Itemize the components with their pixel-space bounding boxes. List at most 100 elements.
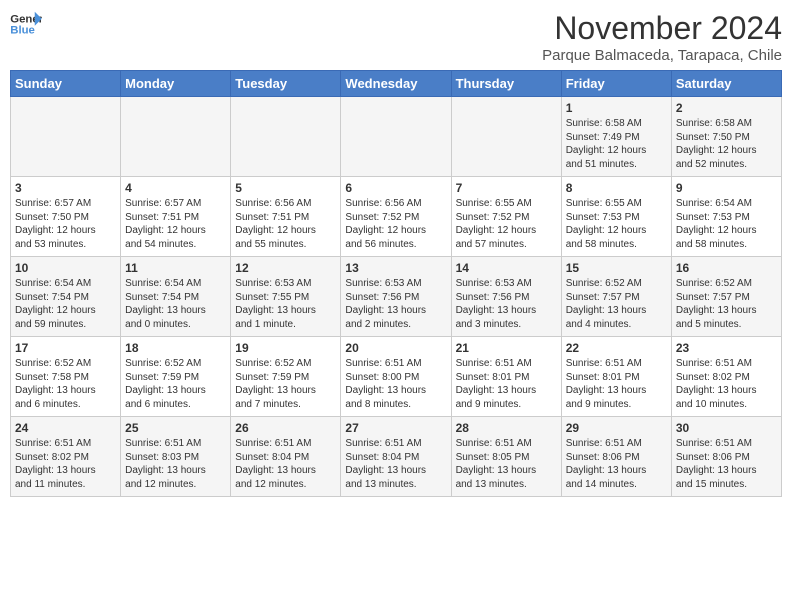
- day-content: Sunrise: 6:52 AMSunset: 7:59 PMDaylight:…: [125, 358, 206, 410]
- day-content: Sunrise: 6:55 AMSunset: 7:53 PMDaylight:…: [566, 198, 647, 250]
- day-number: 22: [566, 341, 667, 355]
- day-content: Sunrise: 6:51 AMSunset: 8:06 PMDaylight:…: [566, 438, 647, 490]
- day-content: Sunrise: 6:51 AMSunset: 8:00 PMDaylight:…: [345, 358, 426, 410]
- subtitle: Parque Balmaceda, Tarapaca, Chile: [542, 47, 782, 64]
- calendar-week-5: 24 Sunrise: 6:51 AMSunset: 8:02 PMDayligh…: [11, 417, 782, 497]
- logo-icon: General Blue: [10, 10, 42, 38]
- day-content: Sunrise: 6:51 AMSunset: 8:05 PMDaylight:…: [456, 438, 537, 490]
- calendar-cell: [451, 97, 561, 177]
- day-number: 23: [676, 341, 777, 355]
- day-number: 20: [345, 341, 446, 355]
- day-number: 30: [676, 421, 777, 435]
- calendar-cell: 4 Sunrise: 6:57 AMSunset: 7:51 PMDaylight…: [121, 177, 231, 257]
- calendar-cell: 12 Sunrise: 6:53 AMSunset: 7:55 PMDayligh…: [231, 257, 341, 337]
- calendar-cell: 5Sunrise: 6:56 AMSunset: 7:51 PMDaylight…: [231, 177, 341, 257]
- day-number: 7: [456, 181, 557, 195]
- calendar-body: 1 Sunrise: 6:58 AMSunset: 7:49 PMDaylight…: [11, 97, 782, 497]
- day-content: Sunrise: 6:52 AMSunset: 7:59 PMDaylight:…: [235, 358, 316, 410]
- calendar-cell: 3Sunrise: 6:57 AMSunset: 7:50 PMDaylight…: [11, 177, 121, 257]
- calendar-cell: 1 Sunrise: 6:58 AMSunset: 7:49 PMDaylight…: [561, 97, 671, 177]
- day-number: 1: [566, 101, 667, 115]
- calendar-cell: 26 Sunrise: 6:51 AMSunset: 8:04 PMDayligh…: [231, 417, 341, 497]
- day-number: 17: [15, 341, 116, 355]
- day-number: 28: [456, 421, 557, 435]
- day-number: 25: [125, 421, 226, 435]
- day-content: Sunrise: 6:57 AMSunset: 7:51 PMDaylight:…: [125, 198, 206, 250]
- calendar-cell: 11 Sunrise: 6:54 AMSunset: 7:54 PMDayligh…: [121, 257, 231, 337]
- calendar-cell: 16Sunrise: 6:52 AMSunset: 7:57 PMDayligh…: [671, 257, 781, 337]
- calendar-cell: 9 Sunrise: 6:54 AMSunset: 7:53 PMDaylight…: [671, 177, 781, 257]
- day-number: 4: [125, 181, 226, 195]
- calendar-cell: 29 Sunrise: 6:51 AMSunset: 8:06 PMDayligh…: [561, 417, 671, 497]
- main-title: November 2024: [542, 10, 782, 47]
- col-header-saturday: Saturday: [671, 71, 781, 97]
- day-number: 15: [566, 261, 667, 275]
- calendar-header-row: SundayMondayTuesdayWednesdayThursdayFrid…: [11, 71, 782, 97]
- day-number: 16: [676, 261, 777, 275]
- calendar-week-1: 1 Sunrise: 6:58 AMSunset: 7:49 PMDaylight…: [11, 97, 782, 177]
- day-number: 3: [15, 181, 116, 195]
- day-content: Sunrise: 6:56 AMSunset: 7:52 PMDaylight:…: [345, 198, 426, 250]
- day-number: 11: [125, 261, 226, 275]
- day-content: Sunrise: 6:58 AMSunset: 7:49 PMDaylight:…: [566, 118, 647, 170]
- calendar-cell: 18 Sunrise: 6:52 AMSunset: 7:59 PMDayligh…: [121, 337, 231, 417]
- calendar-cell: 22 Sunrise: 6:51 AMSunset: 8:01 PMDayligh…: [561, 337, 671, 417]
- day-number: 10: [15, 261, 116, 275]
- calendar-cell: 20 Sunrise: 6:51 AMSunset: 8:00 PMDayligh…: [341, 337, 451, 417]
- day-content: Sunrise: 6:51 AMSunset: 8:06 PMDaylight:…: [676, 438, 757, 490]
- col-header-friday: Friday: [561, 71, 671, 97]
- day-content: Sunrise: 6:54 AMSunset: 7:53 PMDaylight:…: [676, 198, 757, 250]
- calendar-cell: 10 Sunrise: 6:54 AMSunset: 7:54 PMDayligh…: [11, 257, 121, 337]
- calendar-cell: [11, 97, 121, 177]
- day-number: 26: [235, 421, 336, 435]
- day-number: 24: [15, 421, 116, 435]
- day-number: 21: [456, 341, 557, 355]
- calendar-cell: [121, 97, 231, 177]
- day-content: Sunrise: 6:51 AMSunset: 8:02 PMDaylight:…: [676, 358, 757, 410]
- day-content: Sunrise: 6:51 AMSunset: 8:01 PMDaylight:…: [456, 358, 537, 410]
- day-content: Sunrise: 6:56 AMSunset: 7:51 PMDaylight:…: [235, 198, 316, 250]
- logo: General Blue: [10, 10, 42, 38]
- calendar-week-3: 10 Sunrise: 6:54 AMSunset: 7:54 PMDayligh…: [11, 257, 782, 337]
- calendar-cell: 30 Sunrise: 6:51 AMSunset: 8:06 PMDayligh…: [671, 417, 781, 497]
- day-number: 14: [456, 261, 557, 275]
- calendar-cell: 27Sunrise: 6:51 AMSunset: 8:04 PMDayligh…: [341, 417, 451, 497]
- title-block: November 2024 Parque Balmaceda, Tarapaca…: [542, 10, 782, 64]
- calendar-cell: 2 Sunrise: 6:58 AMSunset: 7:50 PMDaylight…: [671, 97, 781, 177]
- day-content: Sunrise: 6:53 AMSunset: 7:55 PMDaylight:…: [235, 278, 316, 330]
- calendar-cell: 8 Sunrise: 6:55 AMSunset: 7:53 PMDaylight…: [561, 177, 671, 257]
- calendar-cell: 13 Sunrise: 6:53 AMSunset: 7:56 PMDayligh…: [341, 257, 451, 337]
- page-header: General Blue November 2024 Parque Balmac…: [10, 10, 782, 64]
- day-content: Sunrise: 6:52 AMSunset: 7:58 PMDaylight:…: [15, 358, 96, 410]
- calendar-cell: 6Sunrise: 6:56 AMSunset: 7:52 PMDaylight…: [341, 177, 451, 257]
- day-number: 13: [345, 261, 446, 275]
- day-content: Sunrise: 6:52 AMSunset: 7:57 PMDaylight:…: [566, 278, 647, 330]
- svg-text:Blue: Blue: [10, 25, 35, 37]
- col-header-wednesday: Wednesday: [341, 71, 451, 97]
- day-content: Sunrise: 6:51 AMSunset: 8:04 PMDaylight:…: [235, 438, 316, 490]
- calendar-cell: 17 Sunrise: 6:52 AMSunset: 7:58 PMDayligh…: [11, 337, 121, 417]
- col-header-monday: Monday: [121, 71, 231, 97]
- day-content: Sunrise: 6:51 AMSunset: 8:01 PMDaylight:…: [566, 358, 647, 410]
- day-number: 8: [566, 181, 667, 195]
- calendar-cell: 23 Sunrise: 6:51 AMSunset: 8:02 PMDayligh…: [671, 337, 781, 417]
- calendar-cell: 24 Sunrise: 6:51 AMSunset: 8:02 PMDayligh…: [11, 417, 121, 497]
- day-content: Sunrise: 6:54 AMSunset: 7:54 PMDaylight:…: [125, 278, 206, 330]
- day-number: 18: [125, 341, 226, 355]
- calendar-cell: 28 Sunrise: 6:51 AMSunset: 8:05 PMDayligh…: [451, 417, 561, 497]
- calendar-cell: 25 Sunrise: 6:51 AMSunset: 8:03 PMDayligh…: [121, 417, 231, 497]
- day-content: Sunrise: 6:51 AMSunset: 8:03 PMDaylight:…: [125, 438, 206, 490]
- day-number: 19: [235, 341, 336, 355]
- day-number: 2: [676, 101, 777, 115]
- calendar-week-2: 3Sunrise: 6:57 AMSunset: 7:50 PMDaylight…: [11, 177, 782, 257]
- day-number: 9: [676, 181, 777, 195]
- day-content: Sunrise: 6:58 AMSunset: 7:50 PMDaylight:…: [676, 118, 757, 170]
- day-content: Sunrise: 6:54 AMSunset: 7:54 PMDaylight:…: [15, 278, 96, 330]
- calendar-week-4: 17 Sunrise: 6:52 AMSunset: 7:58 PMDayligh…: [11, 337, 782, 417]
- day-content: Sunrise: 6:51 AMSunset: 8:02 PMDaylight:…: [15, 438, 96, 490]
- calendar-cell: [341, 97, 451, 177]
- calendar-cell: [231, 97, 341, 177]
- day-number: 29: [566, 421, 667, 435]
- day-content: Sunrise: 6:53 AMSunset: 7:56 PMDaylight:…: [345, 278, 426, 330]
- day-number: 12: [235, 261, 336, 275]
